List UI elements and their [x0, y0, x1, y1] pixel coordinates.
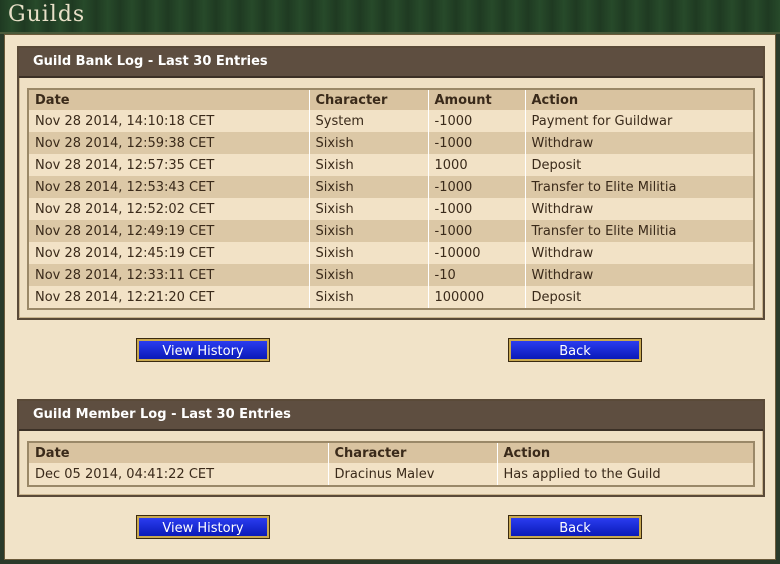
table-cell: Nov 28 2014, 12:59:38 CET [29, 132, 310, 154]
col-date: Date [29, 443, 329, 463]
bank-log-table-wrap: Date Character Amount Action Nov 28 2014… [27, 88, 755, 310]
table-row: Nov 28 2014, 12:45:19 CET Sixish -10000 Wit… [29, 242, 753, 264]
table-cell: Nov 28 2014, 12:49:19 CET [29, 220, 310, 242]
table-cell: 1000 [428, 154, 526, 176]
table-cell: Sixish [309, 198, 429, 220]
table-cell: Sixish [309, 154, 429, 176]
table-row: Nov 28 2014, 12:33:11 CET Sixish -10 Withdr… [29, 264, 753, 286]
col-character: Character [309, 90, 429, 110]
member-log-header-row: Date Character Action [29, 443, 753, 463]
guilds-window: Guilds Guild Bank Log - Last 30 Entries … [0, 0, 780, 564]
table-row: Nov 28 2014, 12:53:43 CET Sixish -1000 Tran… [29, 176, 753, 198]
table-cell: Nov 28 2014, 14:10:18 CET [29, 110, 310, 132]
table-cell: -1000 [428, 220, 526, 242]
bank-view-history-button[interactable]: View History [137, 339, 269, 361]
member-log-body: Dec 05 2014, 04:41:22 CET Dracinus Malev H… [29, 463, 753, 485]
table-cell: Dec 05 2014, 04:41:22 CET [29, 463, 329, 485]
table-cell: Withdraw [525, 198, 753, 220]
member-back-button[interactable]: Back [509, 516, 641, 538]
table-cell: -10000 [428, 242, 526, 264]
table-cell: Payment for Guildwar [525, 110, 753, 132]
member-view-history-button[interactable]: View History [137, 516, 269, 538]
window-title: Guilds [8, 2, 86, 27]
table-row: Nov 28 2014, 12:49:19 CET Sixish -1000 Tran… [29, 220, 753, 242]
table-row: Dec 05 2014, 04:41:22 CET Dracinus Malev H… [29, 463, 753, 485]
table-cell: Nov 28 2014, 12:33:11 CET [29, 264, 310, 286]
table-row: Nov 28 2014, 14:10:18 CET System -1000 Paym… [29, 110, 753, 132]
table-cell: Sixish [309, 242, 429, 264]
content-area: Guild Bank Log - Last 30 Entries Date Ch… [4, 34, 776, 560]
table-cell: Withdraw [525, 264, 753, 286]
table-cell: -10 [428, 264, 526, 286]
bank-log-section: Guild Bank Log - Last 30 Entries Date Ch… [17, 46, 765, 320]
bank-log-table: Date Character Amount Action Nov 28 2014… [29, 90, 753, 308]
table-cell: Nov 28 2014, 12:53:43 CET [29, 176, 310, 198]
col-amount: Amount [428, 90, 526, 110]
table-cell: Withdraw [525, 242, 753, 264]
table-cell: 100000 [428, 286, 526, 308]
table-cell: Nov 28 2014, 12:21:20 CET [29, 286, 310, 308]
member-log-table-wrap: Date Character Action Dec 05 2014, 04:41… [27, 441, 755, 487]
table-row: Nov 28 2014, 12:21:20 CET Sixish 100000 Dep… [29, 286, 753, 308]
table-cell: Deposit [525, 154, 753, 176]
title-bar: Guilds [0, 0, 780, 34]
table-cell: -1000 [428, 132, 526, 154]
table-cell: -1000 [428, 198, 526, 220]
table-cell: Nov 28 2014, 12:52:02 CET [29, 198, 310, 220]
table-cell: Has applied to the Guild [497, 463, 753, 485]
table-cell: Nov 28 2014, 12:45:19 CET [29, 242, 310, 264]
table-cell: Deposit [525, 286, 753, 308]
table-cell: Sixish [309, 264, 429, 286]
table-cell: -1000 [428, 110, 526, 132]
table-cell: System [309, 110, 429, 132]
table-row: Nov 28 2014, 12:52:02 CET Sixish -1000 With… [29, 198, 753, 220]
table-cell: -1000 [428, 176, 526, 198]
table-cell: Nov 28 2014, 12:57:35 CET [29, 154, 310, 176]
table-row: Nov 28 2014, 12:57:35 CET Sixish 1000 Depos… [29, 154, 753, 176]
col-action: Action [525, 90, 753, 110]
bank-back-button[interactable]: Back [509, 339, 641, 361]
member-log-title: Guild Member Log - Last 30 Entries [19, 401, 763, 431]
table-cell: Withdraw [525, 132, 753, 154]
col-character: Character [328, 443, 498, 463]
bank-log-header-row: Date Character Amount Action [29, 90, 753, 110]
table-cell: Sixish [309, 286, 429, 308]
col-action: Action [497, 443, 753, 463]
table-cell: Sixish [309, 220, 429, 242]
col-date: Date [29, 90, 310, 110]
table-cell: Dracinus Malev [328, 463, 498, 485]
table-cell: Transfer to Elite Militia [525, 220, 753, 242]
bank-log-title: Guild Bank Log - Last 30 Entries [19, 48, 763, 78]
bank-log-body: Nov 28 2014, 14:10:18 CET System -1000 Paym… [29, 110, 753, 308]
member-log-section: Guild Member Log - Last 30 Entries Date … [17, 399, 765, 497]
member-log-table: Date Character Action Dec 05 2014, 04:41… [29, 443, 753, 485]
table-cell: Transfer to Elite Militia [525, 176, 753, 198]
table-cell: Sixish [309, 132, 429, 154]
table-row: Nov 28 2014, 12:59:38 CET Sixish -1000 With… [29, 132, 753, 154]
table-cell: Sixish [309, 176, 429, 198]
